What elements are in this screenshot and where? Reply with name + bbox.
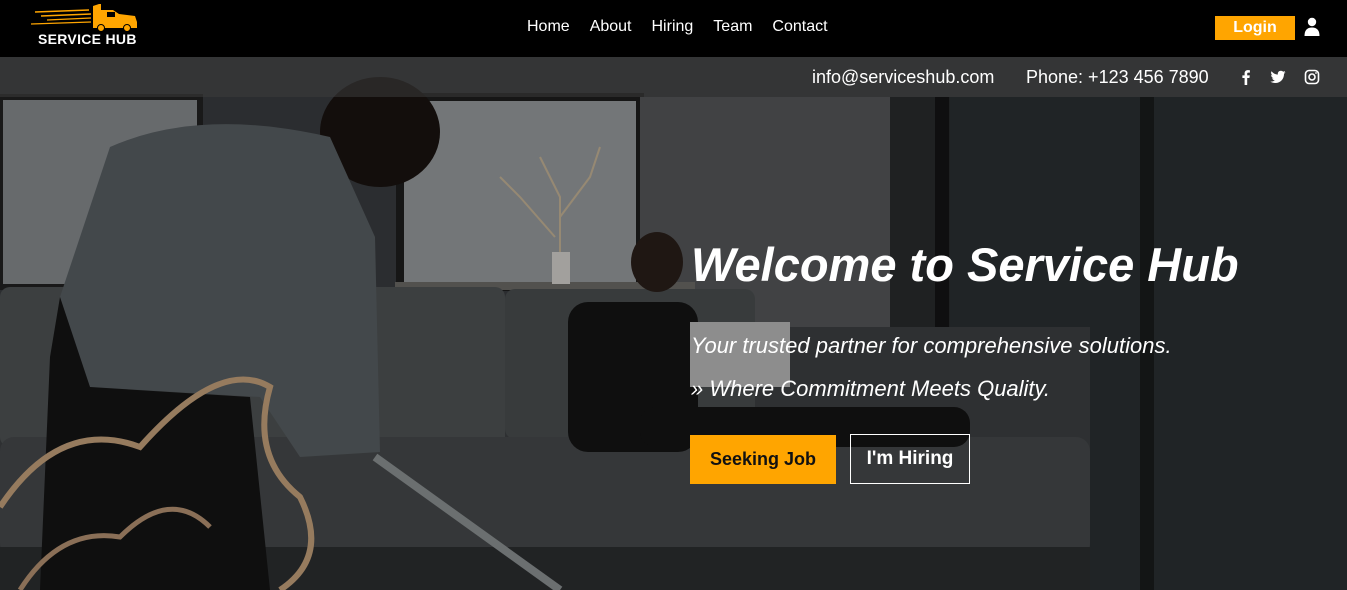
contact-email[interactable]: info@serviceshub.com xyxy=(812,66,994,88)
twitter-icon[interactable] xyxy=(1270,69,1286,85)
brand-logo[interactable]: SERVICE HUB xyxy=(27,2,139,48)
hero-dark-overlay xyxy=(0,57,1347,590)
seeking-job-button[interactable]: Seeking Job xyxy=(690,435,836,484)
user-icon[interactable] xyxy=(1304,17,1320,37)
im-hiring-button[interactable]: I'm Hiring xyxy=(850,434,970,484)
truck-logo-icon xyxy=(30,4,137,32)
contact-phone[interactable]: Phone: +123 456 7890 xyxy=(1026,66,1209,88)
login-button[interactable]: Login xyxy=(1215,16,1295,40)
nav-team[interactable]: Team xyxy=(713,17,752,37)
contact-info-bar: info@serviceshub.com Phone: +123 456 789… xyxy=(0,57,1347,97)
hero-section xyxy=(0,57,1347,590)
nav-contact[interactable]: Contact xyxy=(772,17,827,37)
nav-home[interactable]: Home xyxy=(527,17,570,37)
main-nav: Home About Hiring Team Contact xyxy=(527,17,848,37)
facebook-icon[interactable] xyxy=(1238,69,1254,85)
nav-hiring[interactable]: Hiring xyxy=(652,17,694,37)
navbar: SERVICE HUB Home About Hiring Team Conta… xyxy=(0,0,1347,57)
hero-tagline: » Where Commitment Meets Quality. xyxy=(691,376,1051,401)
nav-about[interactable]: About xyxy=(590,17,632,37)
brand-name: SERVICE HUB xyxy=(38,31,137,47)
hero-title: Welcome to Service Hub xyxy=(691,238,1239,291)
instagram-icon[interactable] xyxy=(1304,69,1320,85)
hero-subtitle: Your trusted partner for comprehensive s… xyxy=(691,333,1172,358)
